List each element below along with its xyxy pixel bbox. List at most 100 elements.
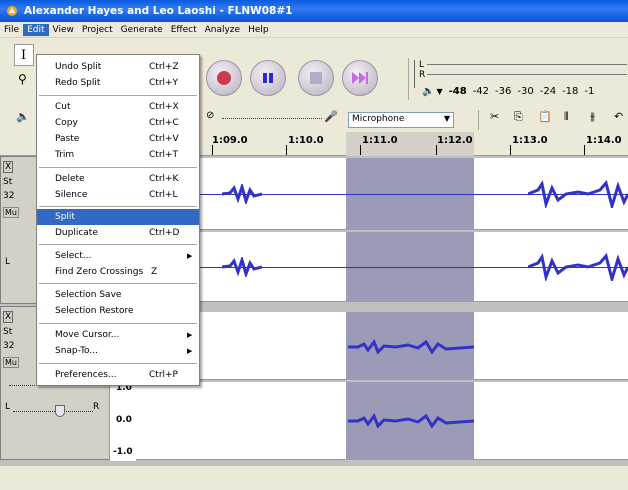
meter-tick: -24: [539, 86, 557, 97]
speaker-icon: 🔈: [422, 86, 435, 97]
stop-button[interactable]: [298, 60, 334, 96]
menu-item-delete[interactable]: Delete Ctrl+K: [37, 171, 199, 187]
menu-separator: [39, 95, 197, 96]
mute-button[interactable]: Mu: [3, 357, 19, 368]
waveform-clip: [528, 180, 628, 208]
zoom-tool-button[interactable]: ⚲: [14, 70, 34, 92]
track-stereo-label: St: [3, 177, 13, 187]
pan-left-label: L: [5, 257, 11, 267]
menu-item-redo-split[interactable]: Redo Split Ctrl+Y: [37, 75, 199, 91]
menu-item-shortcut: Ctrl+K: [149, 174, 179, 184]
menu-item-shortcut: Ctrl+C: [149, 118, 179, 128]
menu-item-label: Copy: [55, 118, 78, 128]
ruler-label: 1:13.0: [512, 135, 548, 146]
input-source-value: Microphone: [352, 114, 405, 124]
track-rate-label: 32: [3, 191, 15, 201]
track-2-left-channel[interactable]: [136, 312, 628, 380]
menu-separator: [39, 167, 197, 168]
menu-item-label: Selection Restore: [55, 306, 134, 316]
menu-item-selection-save[interactable]: Selection Save: [37, 287, 199, 303]
menu-item-selection-restore[interactable]: Selection Restore: [37, 303, 199, 319]
chevron-down-icon: ▼: [443, 114, 450, 123]
input-source-select[interactable]: Microphone ▼: [348, 112, 454, 128]
track-1-left-channel[interactable]: [136, 158, 628, 230]
menu-item-split[interactable]: Split: [37, 209, 199, 225]
meter-left-label: L: [419, 60, 425, 70]
submenu-arrow-icon: ▶: [187, 347, 193, 355]
menu-item-shortcut: Ctrl+V: [149, 134, 179, 144]
record-button[interactable]: [206, 60, 242, 96]
close-track-button[interactable]: X: [3, 161, 14, 173]
ruler-tick: [510, 145, 511, 155]
scale-label: -1.0: [113, 447, 133, 457]
menu-item-cut[interactable]: Cut Ctrl+X: [37, 99, 199, 115]
dropdown-arrow-icon[interactable]: ▼: [436, 87, 442, 96]
copy-icon[interactable]: ⎘: [514, 110, 523, 124]
pan-right-label: R: [93, 402, 100, 412]
menu-view[interactable]: View: [49, 24, 78, 36]
record-icon: [217, 71, 231, 85]
menu-item-silence[interactable]: Silence Ctrl+L: [37, 187, 199, 203]
track-2-right-channel[interactable]: [136, 382, 628, 460]
menu-item-label: Split: [55, 212, 75, 222]
menu-item-duplicate[interactable]: Duplicate Ctrl+D: [37, 225, 199, 241]
close-track-button[interactable]: X: [3, 311, 14, 323]
mute-button[interactable]: Mu: [3, 207, 19, 218]
menu-item-undo-split[interactable]: Undo Split Ctrl+Z: [37, 59, 199, 75]
ruler-tick: [436, 145, 437, 155]
ruler-tick: [584, 145, 585, 155]
silence-icon[interactable]: ⫵: [590, 110, 595, 124]
menu-item-shortcut: Ctrl+L: [149, 190, 178, 200]
menu-help[interactable]: Help: [244, 24, 273, 36]
menu-item-find-zero-crossings[interactable]: Find Zero Crossings Z: [37, 264, 199, 280]
menu-item-label: Silence: [55, 190, 88, 200]
menu-item-label: Selection Save: [55, 290, 122, 300]
meter-tick: -42: [472, 86, 490, 97]
meter-tick: -1: [584, 86, 595, 97]
menu-analyze[interactable]: Analyze: [201, 24, 244, 36]
menu-item-shortcut: Ctrl+Y: [149, 78, 179, 88]
pause-button[interactable]: [250, 60, 286, 96]
submenu-arrow-icon: ▶: [187, 331, 193, 339]
vertical-scale: 1.0 0.0 -1.0: [109, 377, 136, 461]
track-1-right-channel[interactable]: [136, 232, 628, 302]
undo-icon[interactable]: ↶: [614, 110, 623, 123]
pan-slider-thumb[interactable]: [55, 405, 65, 417]
menu-item-label: Paste: [55, 134, 80, 144]
cut-icon[interactable]: ✂: [490, 110, 499, 123]
menu-item-select[interactable]: Select... ▶: [37, 248, 199, 264]
menu-project[interactable]: Project: [78, 24, 117, 36]
menu-item-label: Find Zero Crossings: [55, 267, 144, 277]
track-rate-label: 32: [3, 341, 15, 351]
menu-edit[interactable]: Edit: [23, 23, 49, 36]
menu-item-preferences[interactable]: Preferences... Ctrl+P: [37, 367, 199, 383]
pan-slider[interactable]: [13, 411, 93, 412]
waveform-clip: [348, 338, 474, 355]
paste-icon[interactable]: 📋: [538, 110, 552, 123]
skip-end-button[interactable]: [342, 60, 378, 96]
menu-separator: [39, 244, 197, 245]
menu-separator: [39, 283, 197, 284]
track-stereo-label: St: [3, 327, 13, 337]
ruler-tick: [360, 145, 361, 155]
menu-file[interactable]: File: [0, 24, 23, 36]
ruler-label: 1:14.0: [586, 135, 622, 146]
selection-tool-button[interactable]: I: [14, 44, 34, 66]
app-icon: [7, 6, 17, 16]
menu-item-move-cursor[interactable]: Move Cursor... ▶: [37, 327, 199, 343]
trim-icon[interactable]: ⫴: [564, 110, 569, 124]
menu-item-shortcut: Ctrl+P: [149, 370, 178, 380]
volume-slider-track[interactable]: [222, 118, 322, 119]
menu-item-trim[interactable]: Trim Ctrl+T: [37, 147, 199, 163]
menu-item-shortcut: Ctrl+Z: [149, 62, 179, 72]
ruler-tick: [286, 145, 287, 155]
menu-item-paste[interactable]: Paste Ctrl+V: [37, 131, 199, 147]
menu-item-snap-to[interactable]: Snap-To... ▶: [37, 343, 199, 359]
menu-effect[interactable]: Effect: [167, 24, 201, 36]
ibeam-icon: I: [21, 48, 27, 63]
menu-item-shortcut: Ctrl+D: [149, 228, 180, 238]
menu-generate[interactable]: Generate: [117, 24, 167, 36]
menu-item-shortcut: Ctrl+X: [149, 102, 179, 112]
menu-item-copy[interactable]: Copy Ctrl+C: [37, 115, 199, 131]
zoom-icon: ⚲: [18, 72, 27, 86]
